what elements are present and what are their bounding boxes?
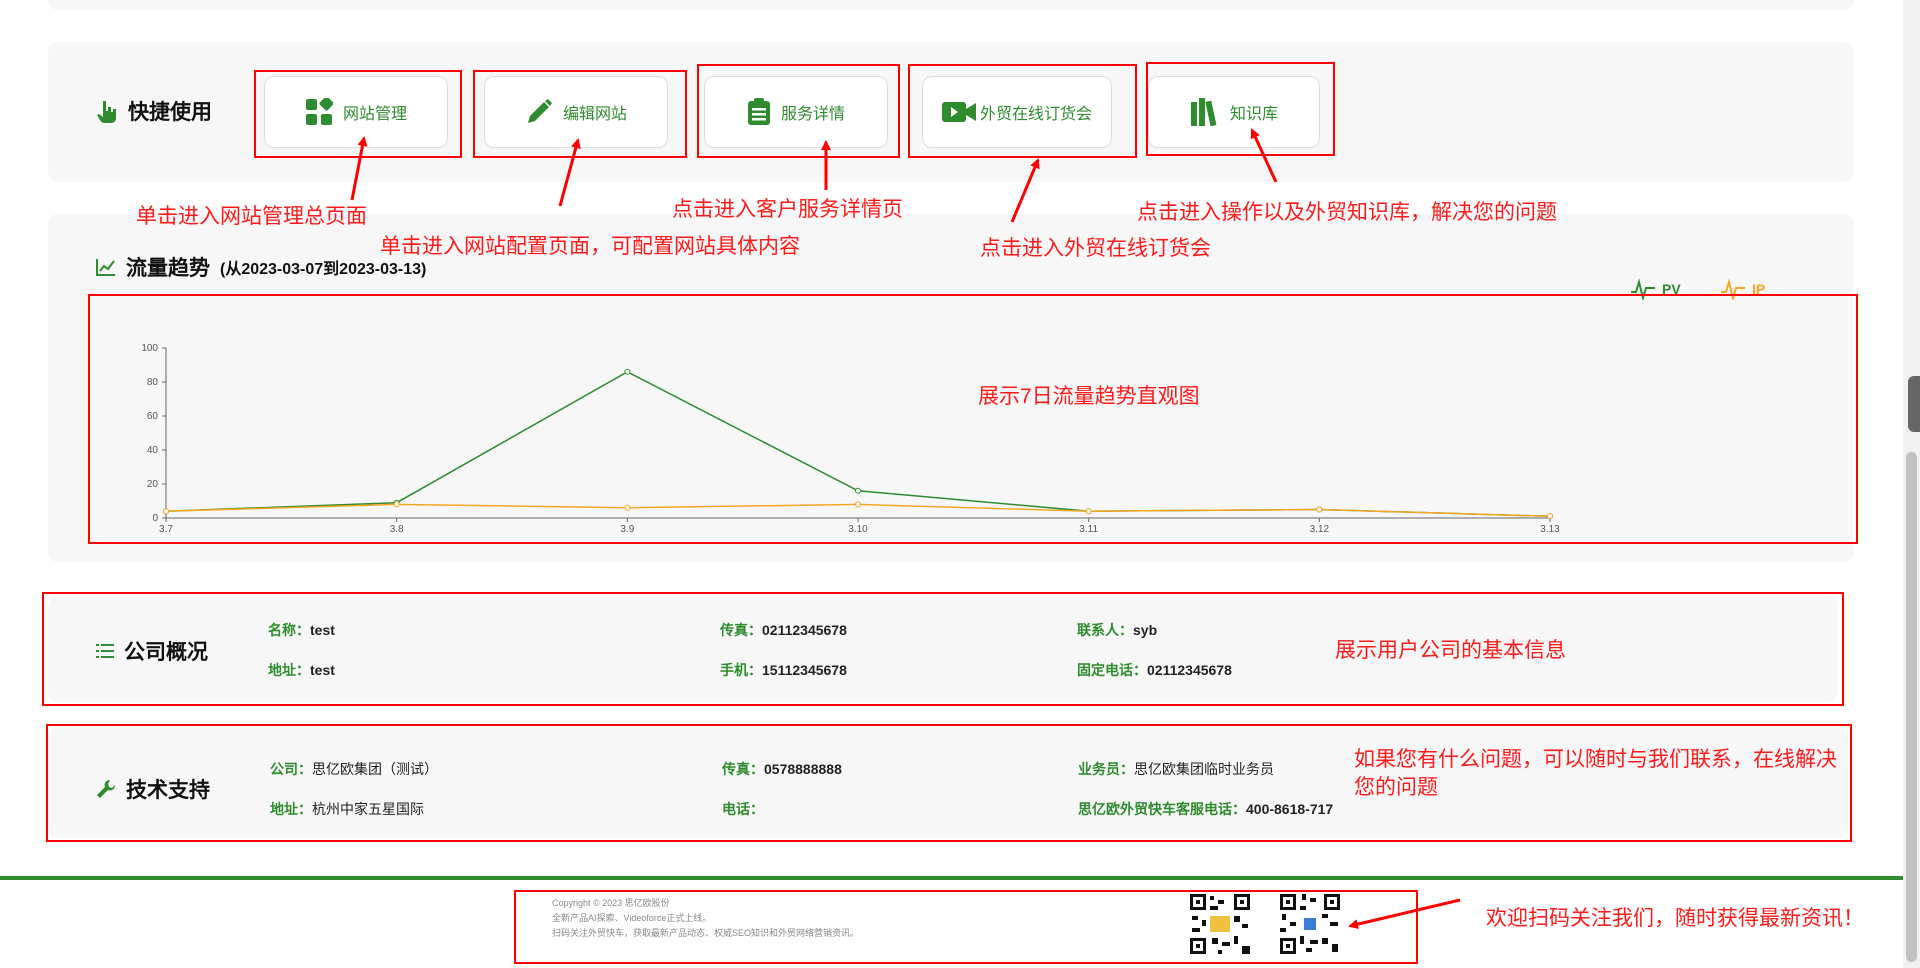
side-handle[interactable] — [1908, 376, 1920, 432]
annotation-arrows — [350, 128, 1461, 930]
page-scrollbar[interactable] — [1903, 0, 1920, 968]
scrollbar-thumb[interactable] — [1906, 452, 1917, 962]
